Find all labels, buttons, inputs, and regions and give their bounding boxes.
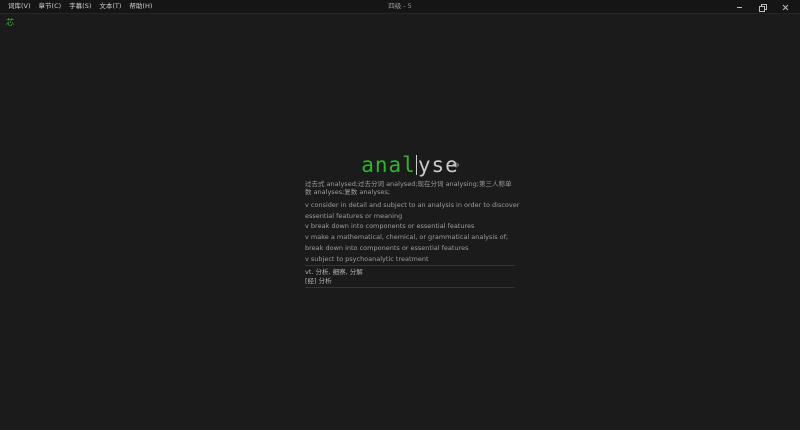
menu-text[interactable]: 文本(T): [99, 0, 121, 13]
divider: [305, 287, 515, 289]
speaker-icon[interactable]: [452, 161, 460, 169]
divider: [305, 265, 515, 267]
progress-indicator: 芯: [6, 18, 14, 27]
window-controls: [723, 0, 792, 13]
definition-line: essential features or meaning: [305, 211, 403, 220]
word-card: analyse 过去式 analysed;过去分词 analysed;现在分词 …: [305, 150, 520, 290]
minimize-icon[interactable]: [734, 2, 746, 12]
menu-help[interactable]: 帮助(H): [129, 0, 152, 13]
typed-letters: anal: [361, 153, 416, 177]
menu-chapter[interactable]: 章节(C): [39, 0, 62, 13]
word-input[interactable]: analyse: [305, 150, 515, 180]
app-window: 词库(V) 章节(C) 字幕(S) 文本(T) 帮助(H) 四级 - 5 芯 a…: [0, 0, 800, 430]
definition-line: v break down into components or essentia…: [305, 222, 475, 231]
definition-line: v make a mathematical, chemical, or gram…: [305, 233, 509, 242]
restore-icon[interactable]: [757, 2, 769, 12]
window-title: 四级 - 5: [388, 2, 412, 10]
definition-line: v subject to psychoanalytic treatment: [305, 254, 429, 263]
menu-bar: 词库(V) 章节(C) 字幕(S) 文本(T) 帮助(H): [8, 0, 160, 13]
definition-list: v consider in detail and subject to an a…: [305, 200, 520, 264]
translation-line: [经] 分析: [305, 277, 332, 286]
close-icon[interactable]: [780, 2, 792, 12]
translation-line: vt. 分析, 细察, 分解: [305, 268, 363, 277]
menu-subtitle[interactable]: 字幕(S): [69, 0, 91, 13]
definition-line: v consider in detail and subject to an a…: [305, 201, 520, 209]
menu-vocabulary[interactable]: 词库(V): [8, 0, 31, 13]
definition-line: break down into components or essential …: [305, 243, 469, 252]
word-inflections: 过去式 analysed;过去分词 analysed;现在分词 analysin…: [305, 180, 512, 196]
title-bar: 词库(V) 章节(C) 字幕(S) 文本(T) 帮助(H) 四级 - 5: [0, 0, 800, 14]
